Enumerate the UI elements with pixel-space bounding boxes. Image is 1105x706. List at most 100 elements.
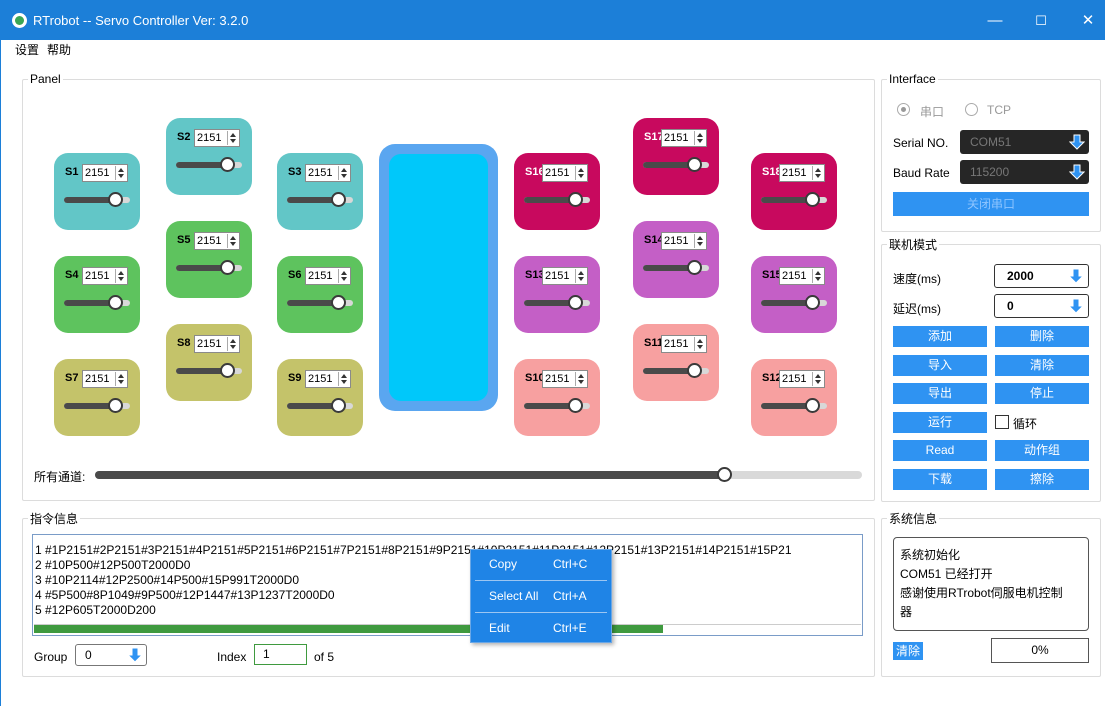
all-channels-slider[interactable] xyxy=(95,467,862,482)
servo-slider-knob[interactable] xyxy=(108,295,124,310)
servo-slider-knob[interactable] xyxy=(687,157,703,172)
spinner-arrows-icon[interactable] xyxy=(694,337,705,351)
servo-slider-knob[interactable] xyxy=(331,295,347,310)
servo-slider[interactable] xyxy=(761,295,827,310)
menu-settings[interactable]: 设置 xyxy=(15,41,39,59)
delay-input[interactable]: 0 xyxy=(994,294,1089,318)
minimize-button[interactable]: — xyxy=(982,8,1008,34)
servo-value-spinner[interactable]: 2151 xyxy=(82,267,128,285)
context-select-all[interactable]: Select All Ctrl+A xyxy=(471,582,611,610)
stop-button[interactable]: 停止 xyxy=(995,383,1089,404)
spinner-arrows-icon[interactable] xyxy=(115,269,126,283)
serial-no-select[interactable]: COM51 xyxy=(960,130,1089,154)
command-line[interactable]: 2 #10P500#12P500T2000D0 xyxy=(35,558,190,572)
spinner-arrows-icon[interactable] xyxy=(338,166,349,180)
command-list[interactable]: 1 #1P2151#2P2151#3P2151#4P2151#5P2151#6P… xyxy=(32,534,863,636)
servo-slider[interactable] xyxy=(176,260,242,275)
radio-serial[interactable] xyxy=(897,103,910,116)
clear-log-button[interactable]: 清除 xyxy=(893,642,923,660)
servo-value-spinner[interactable]: 2151 xyxy=(661,129,707,147)
spinner-arrows-icon[interactable] xyxy=(575,372,586,386)
servo-slider[interactable] xyxy=(287,192,353,207)
servo-value-spinner[interactable]: 2151 xyxy=(194,232,240,250)
servo-slider-knob[interactable] xyxy=(568,192,584,207)
spinner-arrows-icon[interactable] xyxy=(227,234,238,248)
servo-value-spinner[interactable]: 2151 xyxy=(305,370,351,388)
run-button[interactable]: 运行 xyxy=(893,412,987,433)
servo-slider[interactable] xyxy=(761,192,827,207)
speed-input[interactable]: 2000 xyxy=(994,264,1089,288)
servo-slider-knob[interactable] xyxy=(805,398,821,413)
servo-slider[interactable] xyxy=(176,157,242,172)
download-button[interactable]: 下载 xyxy=(893,469,987,490)
servo-value-spinner[interactable]: 2151 xyxy=(661,232,707,250)
menu-help[interactable]: 帮助 xyxy=(47,41,71,59)
servo-value-spinner[interactable]: 2151 xyxy=(542,267,588,285)
index-input[interactable]: 1 xyxy=(254,644,307,665)
servo-slider-knob[interactable] xyxy=(331,192,347,207)
spinner-arrows-icon[interactable] xyxy=(575,166,586,180)
servo-slider-knob[interactable] xyxy=(687,363,703,378)
command-line[interactable]: 3 #10P2114#12P2500#14P500#15P991T2000D0 xyxy=(35,573,299,587)
context-edit[interactable]: Edit Ctrl+E xyxy=(471,614,611,642)
servo-slider[interactable] xyxy=(643,157,709,172)
spinner-arrows-icon[interactable] xyxy=(115,372,126,386)
servo-value-spinner[interactable]: 2151 xyxy=(779,267,825,285)
clear-list-button[interactable]: 清除 xyxy=(995,355,1089,376)
servo-slider[interactable] xyxy=(287,295,353,310)
spinner-arrows-icon[interactable] xyxy=(812,269,823,283)
servo-slider-knob[interactable] xyxy=(220,157,236,172)
servo-slider-knob[interactable] xyxy=(568,295,584,310)
baud-rate-select[interactable]: 115200 xyxy=(960,160,1089,184)
servo-slider-knob[interactable] xyxy=(220,260,236,275)
servo-value-spinner[interactable]: 2151 xyxy=(82,164,128,182)
servo-slider-knob[interactable] xyxy=(331,398,347,413)
spinner-arrows-icon[interactable] xyxy=(227,131,238,145)
servo-slider-knob[interactable] xyxy=(108,398,124,413)
servo-slider[interactable] xyxy=(524,398,590,413)
spinner-arrows-icon[interactable] xyxy=(812,372,823,386)
maximize-button[interactable]: ☐ xyxy=(1028,8,1054,34)
servo-slider[interactable] xyxy=(64,192,130,207)
add-button[interactable]: 添加 xyxy=(893,326,987,347)
all-channels-knob[interactable] xyxy=(716,467,732,482)
context-copy[interactable]: Copy Ctrl+C xyxy=(471,550,611,578)
servo-value-spinner[interactable]: 2151 xyxy=(82,370,128,388)
servo-slider[interactable] xyxy=(524,192,590,207)
servo-slider-knob[interactable] xyxy=(220,363,236,378)
action-group-button[interactable]: 动作组 xyxy=(995,440,1089,461)
servo-slider[interactable] xyxy=(64,398,130,413)
group-select[interactable]: 0 xyxy=(75,644,147,666)
servo-value-spinner[interactable]: 2151 xyxy=(194,335,240,353)
servo-value-spinner[interactable]: 2151 xyxy=(305,267,351,285)
servo-slider[interactable] xyxy=(176,363,242,378)
close-port-button[interactable]: 关闭串口 xyxy=(893,192,1089,216)
import-button[interactable]: 导入 xyxy=(893,355,987,376)
servo-slider[interactable] xyxy=(64,295,130,310)
servo-slider-knob[interactable] xyxy=(568,398,584,413)
export-button[interactable]: 导出 xyxy=(893,383,987,404)
radio-tcp[interactable] xyxy=(965,103,978,116)
close-button[interactable]: ✕ xyxy=(1075,8,1101,34)
servo-value-spinner[interactable]: 2151 xyxy=(779,370,825,388)
servo-slider-knob[interactable] xyxy=(108,192,124,207)
spinner-arrows-icon[interactable] xyxy=(115,166,126,180)
servo-slider[interactable] xyxy=(761,398,827,413)
servo-slider-knob[interactable] xyxy=(805,295,821,310)
erase-button[interactable]: 擦除 xyxy=(995,469,1089,490)
servo-slider-knob[interactable] xyxy=(805,192,821,207)
read-button[interactable]: Read xyxy=(893,440,987,461)
servo-value-spinner[interactable]: 2151 xyxy=(542,164,588,182)
servo-value-spinner[interactable]: 2151 xyxy=(305,164,351,182)
spinner-arrows-icon[interactable] xyxy=(694,234,705,248)
delete-button[interactable]: 删除 xyxy=(995,326,1089,347)
command-line[interactable]: 1 #1P2151#2P2151#3P2151#4P2151#5P2151#6P… xyxy=(35,543,792,557)
servo-value-spinner[interactable]: 2151 xyxy=(779,164,825,182)
command-line[interactable]: 5 #12P605T2000D200 xyxy=(35,603,156,617)
spinner-arrows-icon[interactable] xyxy=(694,131,705,145)
servo-slider[interactable] xyxy=(524,295,590,310)
servo-value-spinner[interactable]: 2151 xyxy=(542,370,588,388)
spinner-arrows-icon[interactable] xyxy=(338,372,349,386)
spinner-arrows-icon[interactable] xyxy=(227,337,238,351)
servo-slider[interactable] xyxy=(643,260,709,275)
